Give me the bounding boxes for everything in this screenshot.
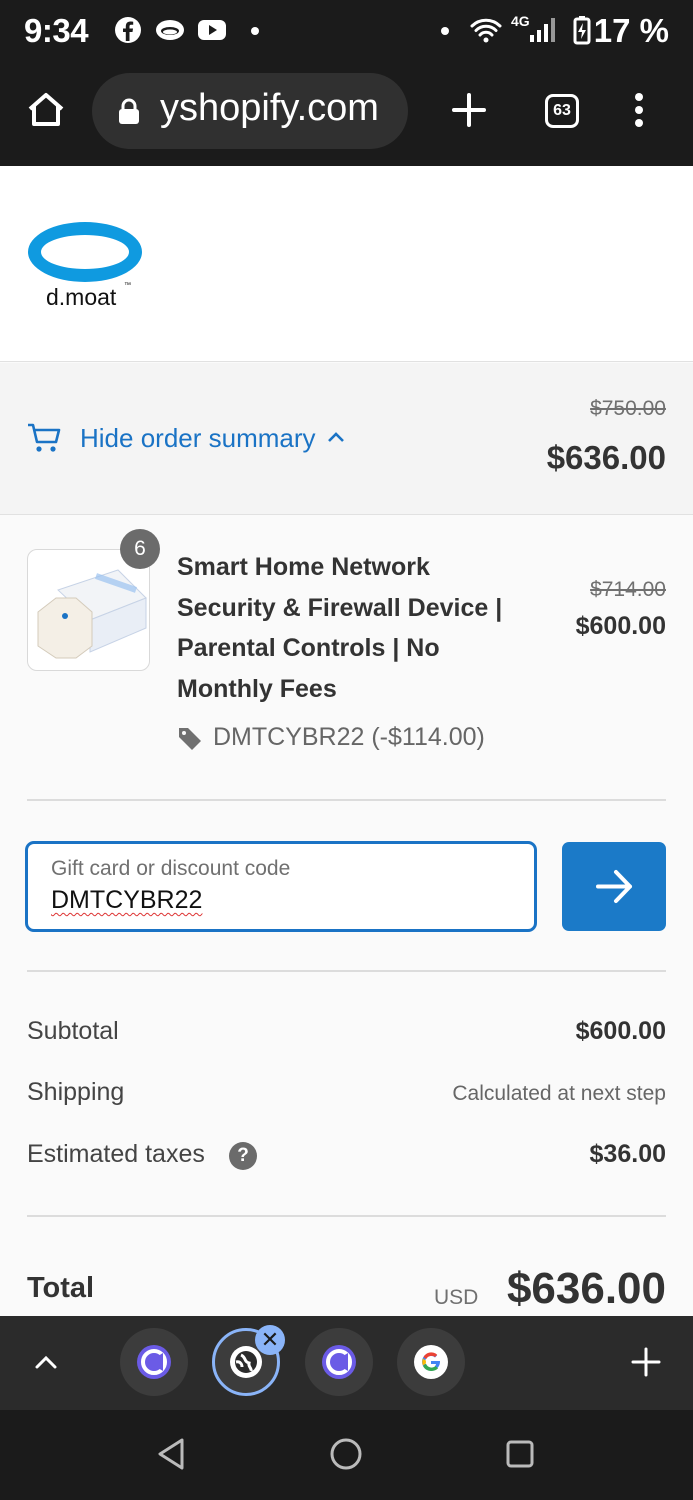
total-currency: USD [434,1286,479,1309]
shipping-label: Shipping [27,1078,125,1106]
shop-header: d.moat ™ [0,166,693,362]
dot-icon [441,27,449,35]
facebook-icon [115,17,141,43]
subtotal-row: Subtotal $600.00 [27,1017,666,1057]
discount-code-input[interactable]: Gift card or discount code DMTCYBR22 [25,841,537,932]
close-tab-button[interactable]: ✕ [255,1325,285,1355]
product-price: $600.00 [575,612,666,640]
discount-code-value: DMTCYBR22 [51,886,203,914]
total-label: Total [27,1272,95,1304]
add-tab-icon[interactable] [628,1344,664,1380]
subtotal-label: Subtotal [27,1017,119,1045]
tab-switcher-button[interactable]: 63 [545,94,579,128]
copilot-icon [137,1345,171,1379]
copilot-icon [322,1345,356,1379]
apply-discount-button[interactable] [562,842,666,931]
google-icon [414,1345,448,1379]
logo-trademark: ™ [124,282,131,289]
quantity-badge: 6 [120,529,160,569]
home-circle-icon[interactable] [326,1434,366,1474]
product-title: Smart Home Network Security & Firewall D… [177,553,503,703]
tab-strip: ✕ [0,1316,693,1410]
taxes-value: $36.00 [589,1140,666,1168]
hide-order-summary-label: Hide order summary [80,422,316,453]
tab-copilot[interactable] [305,1328,373,1396]
signal-icon [530,18,555,42]
tab-copilot[interactable] [120,1328,188,1396]
clock: 9:34 [24,12,89,49]
address-bar[interactable]: yshopify.com [92,73,408,149]
url-text: yshopify.com [160,87,379,129]
logo-ring [28,222,142,282]
taxes-label: Estimated taxes [27,1140,205,1168]
arrow-right-icon [596,870,632,903]
taxes-row: Estimated taxes ? $36.00 [27,1140,666,1180]
back-icon[interactable] [152,1434,192,1474]
tag-icon [179,727,201,750]
browser-toolbar: yshopify.com 63 [0,62,693,166]
total-amount: $636.00 [506,1264,666,1313]
lock-icon [119,98,139,124]
dot-icon [251,27,259,35]
chevron-up-icon [327,432,344,442]
applied-discount: DMTCYBR22 (-$114.00) [177,723,485,752]
logo-text: d.moat [46,284,117,310]
hide-order-summary-toggle[interactable]: Hide order summary [26,420,348,456]
wifi-icon [470,18,502,43]
more-vert-icon[interactable] [611,82,667,138]
tab-google[interactable] [397,1328,465,1396]
divider [27,1215,666,1217]
discount-code-placeholder: Gift card or discount code [51,857,291,880]
summary-total: $636.00 [546,439,666,476]
applied-discount-code: DMTCYBR22 (-$114.00) [213,723,485,751]
shipping-row: Shipping Calculated at next step [27,1078,666,1118]
help-icon[interactable]: ? [229,1142,257,1170]
new-tab-icon[interactable] [441,82,497,138]
divider [27,799,666,801]
divider [27,970,666,972]
checkout-page: d.moat ™ Hide order summary $750.00 $636… [0,166,693,1316]
messenger-icon [156,20,184,40]
order-summary-bar: Hide order summary $750.00 $636.00 [0,363,693,515]
shipping-value: Calculated at next step [452,1082,666,1105]
battery-percent: 17 % [593,12,669,49]
subtotal-value: $600.00 [575,1017,666,1045]
youtube-icon [198,20,226,40]
home-icon[interactable] [18,82,74,138]
cart-icon [28,423,61,452]
system-nav-bar [0,1410,693,1500]
product-original-price: $714.00 [590,578,666,601]
original-total: $750.00 [590,397,666,420]
chevron-up-icon[interactable] [28,1344,64,1380]
product-box-image [37,569,147,659]
recents-icon[interactable] [500,1434,540,1474]
status-bar: 9:34 4G 17 % [0,0,693,62]
